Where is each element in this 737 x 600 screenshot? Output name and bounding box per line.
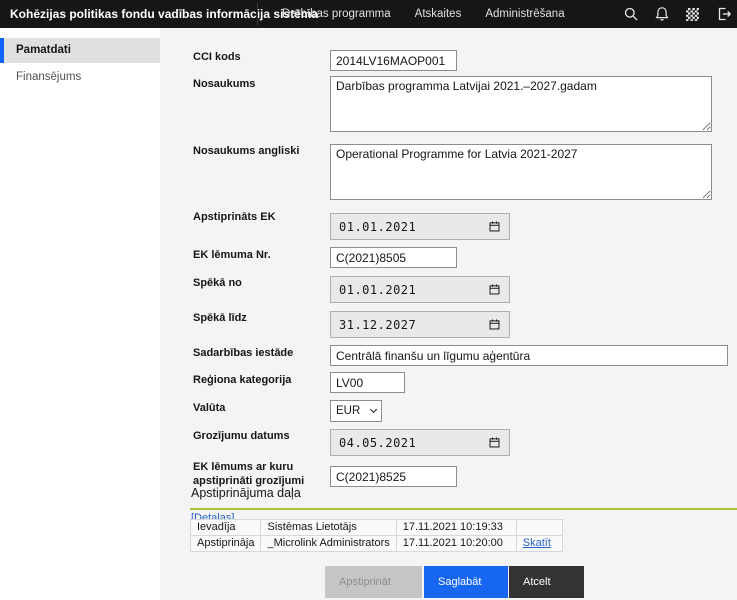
name-en-textarea[interactable]: Operational Programme for Latvia 2021-20…	[330, 144, 712, 200]
cooperation-body-label: Sadarbības iestāde	[193, 347, 293, 361]
nav-item-darbibas-programma[interactable]: Darbības programma	[282, 8, 391, 20]
valid-from-date-field[interactable]: 01.01.2021	[330, 276, 510, 303]
cci-code-input[interactable]	[330, 50, 457, 71]
valid-to-label: Spēkā līdz	[193, 312, 247, 326]
top-header: Kohēzijas politikas fondu vadības inform…	[0, 0, 737, 28]
amendment-date-field[interactable]: 04.05.2021	[330, 429, 510, 456]
main-nav: Darbības programma Atskaites Administrēš…	[282, 0, 565, 28]
currency-label: Valūta	[193, 402, 225, 416]
name-textarea[interactable]: Darbības programma Latvijai 2021.–2027.g…	[330, 76, 712, 132]
currency-select[interactable]: EUR	[330, 400, 382, 422]
approve-button[interactable]: Apstiprināt	[325, 566, 422, 598]
name-label: Nosaukums	[193, 78, 255, 92]
region-category-label: Reģiona kategorija	[193, 374, 291, 388]
save-button[interactable]: Saglabāt	[424, 566, 508, 598]
calendar-icon	[488, 436, 501, 449]
nav-item-atskaites[interactable]: Atskaites	[415, 8, 462, 20]
ec-decision-input[interactable]	[330, 247, 457, 268]
app-window: Kohēzijas politikas fondu vadības inform…	[0, 0, 737, 600]
section-divider-line	[190, 508, 737, 510]
header-divider	[257, 3, 258, 25]
approval-row-datetime: 17.11.2021 10:19:33	[396, 520, 516, 536]
logout-icon[interactable]	[715, 6, 732, 23]
app-title: Kohēzijas politikas fondu vadības inform…	[10, 7, 318, 21]
sidebar-item-pamatdati[interactable]: Pamatdati	[0, 38, 160, 63]
approval-row-label: Ievadīja	[191, 520, 261, 536]
search-icon[interactable]	[622, 6, 639, 23]
apps-grid-glyph	[686, 8, 699, 21]
nav-item-administresana[interactable]: Administrēšana	[485, 8, 564, 20]
notifications-icon[interactable]	[653, 6, 670, 23]
currency-select-wrap: EUR	[330, 400, 382, 422]
table-row: Ievadīja Sistēmas Lietotājs 17.11.2021 1…	[191, 520, 563, 536]
calendar-icon	[488, 220, 501, 233]
approval-section-title: Apstiprinājuma daļa	[191, 486, 301, 500]
cooperation-body-input[interactable]	[330, 345, 728, 366]
name-en-label: Nosaukums angliski	[193, 145, 299, 159]
approved-ec-date-field[interactable]: 01.01.2021	[330, 213, 510, 240]
sidebar-item-label: Finansējums	[16, 71, 81, 83]
approval-row-datetime: 17.11.2021 10:20:00	[396, 536, 516, 552]
amendment-date-label: Grozījumu datums	[193, 430, 290, 444]
valid-to-date-value: 31.12.2027	[339, 318, 416, 332]
cancel-button[interactable]: Atcelt	[509, 566, 584, 598]
sidebar-item-label: Pamatdati	[16, 44, 71, 56]
view-link[interactable]: Skatīt	[523, 537, 551, 549]
table-row: Apstiprināja _Microlink Administrators 1…	[191, 536, 563, 552]
header-icons	[622, 0, 732, 28]
sidebar: Pamatdati Finansējums	[0, 28, 160, 600]
approval-row-user: _Microlink Administrators	[261, 536, 396, 552]
approval-row-user: Sistēmas Lietotājs	[261, 520, 396, 536]
cci-code-label: CCI kods	[193, 51, 241, 65]
approval-table: Ievadīja Sistēmas Lietotājs 17.11.2021 1…	[190, 519, 563, 552]
apps-grid-icon[interactable]	[684, 6, 701, 23]
form-area: CCI kods Nosaukums Darbības programma La…	[160, 28, 737, 600]
approval-row-action	[516, 520, 562, 536]
valid-from-date-value: 01.01.2021	[339, 283, 416, 297]
approved-ec-label: Apstiprināts EK	[193, 211, 276, 225]
approved-ec-date-value: 01.01.2021	[339, 220, 416, 234]
amendment-date-value: 04.05.2021	[339, 436, 416, 450]
region-category-input[interactable]	[330, 372, 405, 393]
ec-amendment-decision-input[interactable]	[330, 466, 457, 487]
calendar-icon	[488, 283, 501, 296]
valid-from-label: Spēkā no	[193, 277, 242, 291]
calendar-icon	[488, 318, 501, 331]
ec-amendment-decision-label: EK lēmums ar kuru apstiprināti grozījumi	[193, 461, 333, 489]
ec-decision-label: EK lēmuma Nr.	[193, 249, 271, 263]
approval-row-label: Apstiprināja	[191, 536, 261, 552]
sidebar-item-finansejums[interactable]: Finansējums	[0, 65, 160, 90]
valid-to-date-field[interactable]: 31.12.2027	[330, 311, 510, 338]
